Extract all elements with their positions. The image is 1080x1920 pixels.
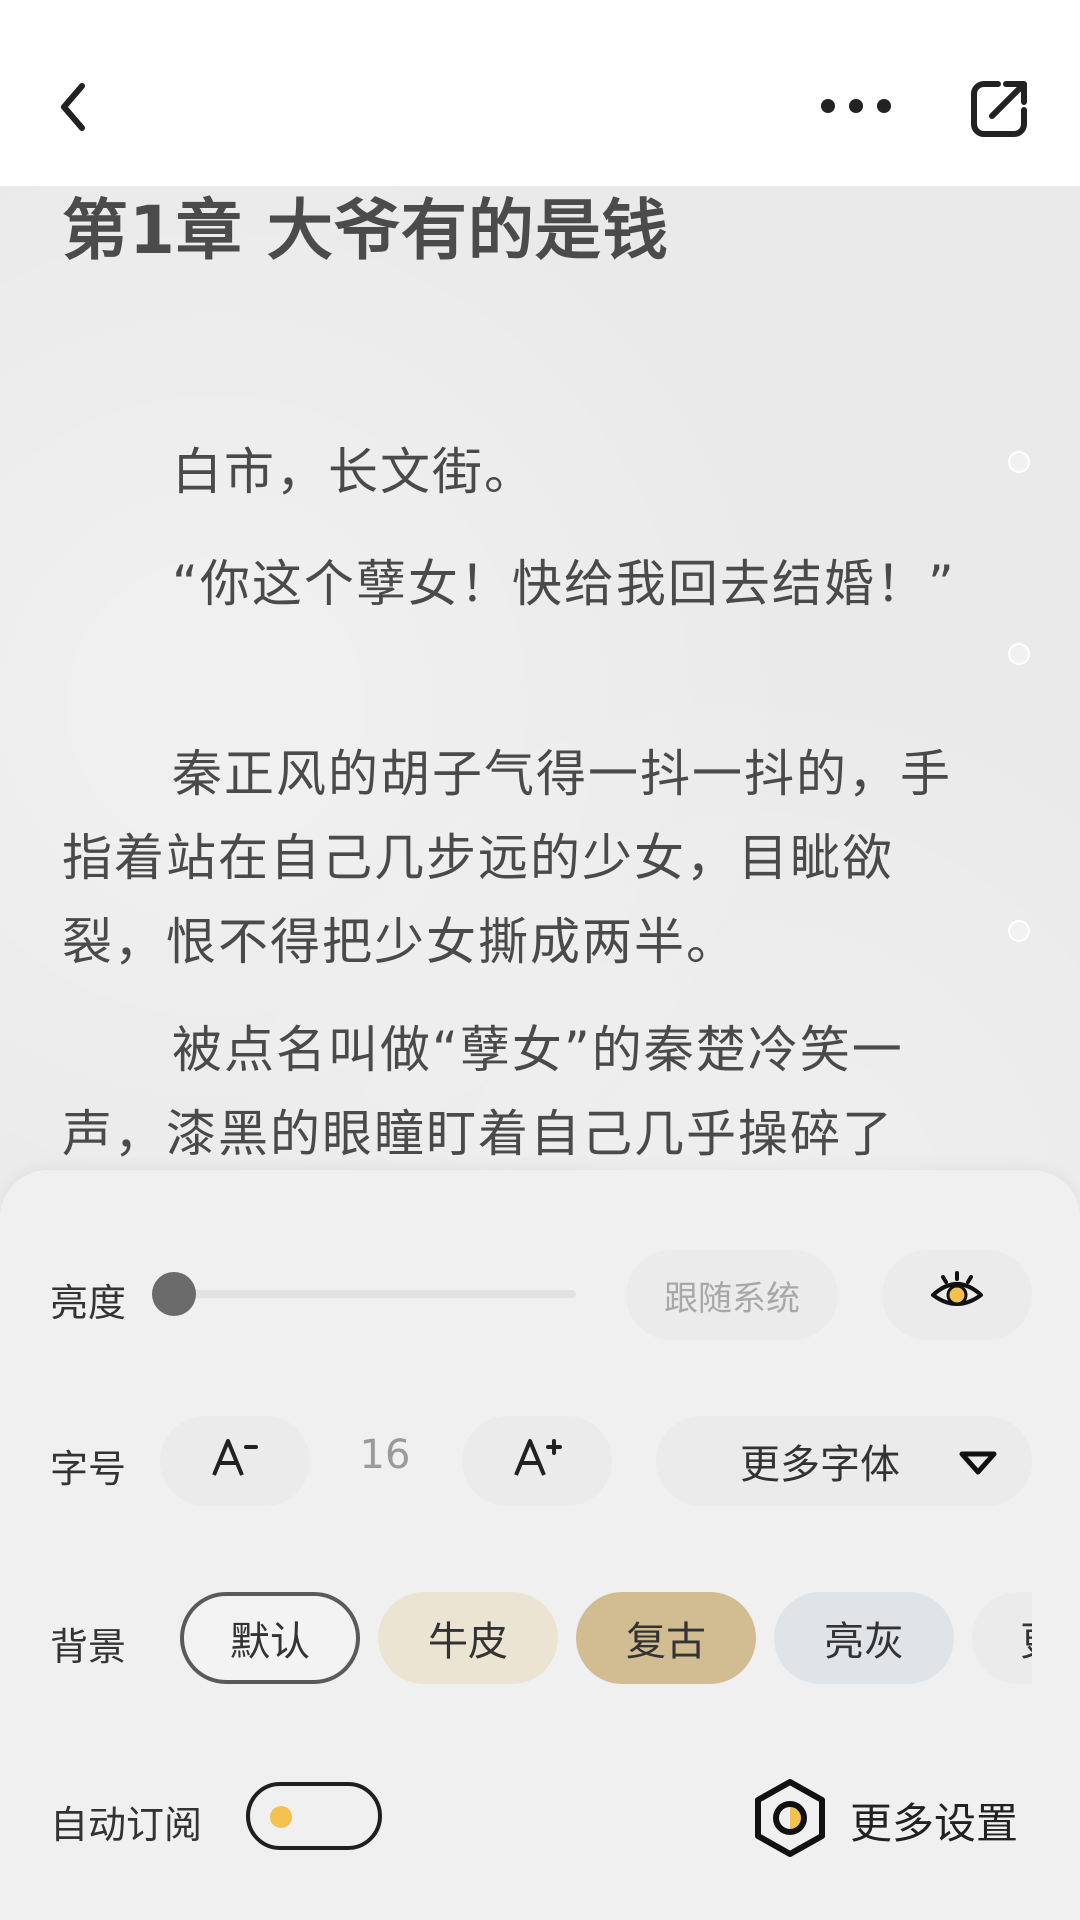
background-label: 背景 bbox=[50, 1625, 127, 1669]
eye-protect-button[interactable] bbox=[882, 1250, 1032, 1340]
brightness-slider-thumb[interactable] bbox=[152, 1272, 196, 1316]
brightness-label: 亮度 bbox=[50, 1281, 127, 1325]
background-option-retro[interactable]: 复古 bbox=[576, 1592, 756, 1684]
paragraph: 白市，长文街。 bbox=[172, 443, 536, 501]
font-decrease-icon bbox=[210, 1435, 260, 1488]
font-size-value: 16 bbox=[359, 1432, 411, 1478]
more-settings-label: 更多设置 bbox=[850, 1799, 1019, 1848]
font-increase-icon bbox=[512, 1435, 562, 1488]
more-fonts-label: 更多字体 bbox=[740, 1442, 900, 1488]
paragraph-comment-dot[interactable] bbox=[1008, 643, 1030, 665]
background-option-kraft[interactable]: 牛皮 bbox=[378, 1592, 558, 1684]
more-icon[interactable] bbox=[812, 86, 900, 126]
more-settings-button[interactable]: 更多设置 bbox=[752, 1778, 1042, 1858]
dropdown-icon bbox=[958, 1446, 998, 1487]
brightness-slider-track[interactable] bbox=[168, 1290, 576, 1298]
share-icon[interactable] bbox=[968, 76, 1032, 140]
more-fonts-button[interactable]: 更多字体 bbox=[656, 1416, 1032, 1506]
top-bar bbox=[0, 0, 1080, 186]
background-option-default[interactable]: 默认 bbox=[180, 1592, 360, 1684]
auto-subscribe-label: 自动订阅 bbox=[50, 1803, 203, 1847]
font-increase-button[interactable] bbox=[462, 1416, 612, 1506]
settings-hex-icon bbox=[752, 1778, 828, 1862]
paragraph: “你这个孽女！快给我回去结婚！” bbox=[172, 555, 956, 613]
back-icon[interactable] bbox=[52, 72, 112, 142]
font-size-label: 字号 bbox=[50, 1447, 127, 1491]
follow-system-button[interactable]: 跟随系统 bbox=[626, 1250, 838, 1340]
paragraph-comment-dot[interactable] bbox=[1008, 451, 1030, 473]
chapter-title: 第1章 大爷有的是钱 bbox=[62, 192, 669, 269]
reader-settings-panel: 亮度 跟随系统 字号 16 更多字体 背景 默认 牛皮 复古 亮灰 自动订阅 更… bbox=[0, 1170, 1080, 1920]
background-options: 默认 牛皮 复古 亮灰 更 bbox=[180, 1592, 1032, 1684]
font-decrease-button[interactable] bbox=[160, 1416, 310, 1506]
background-option-partial[interactable]: 更 bbox=[972, 1592, 1032, 1684]
background-option-light-gray[interactable]: 亮灰 bbox=[774, 1592, 954, 1684]
auto-subscribe-toggle[interactable] bbox=[246, 1782, 382, 1850]
toggle-knob bbox=[270, 1806, 292, 1828]
eye-protect-icon bbox=[929, 1269, 985, 1322]
paragraph-comment-dot[interactable] bbox=[1008, 920, 1030, 942]
paragraph: 秦正风的胡子气得一抖一抖的，手指着站在自己几步远的少女，目眦欲裂，恨不得把少女撕… bbox=[62, 745, 952, 971]
paragraph: 被点名叫做“孽女”的秦楚冷笑一声，漆黑的眼瞳盯着自己几乎操碎了 bbox=[62, 1021, 904, 1163]
